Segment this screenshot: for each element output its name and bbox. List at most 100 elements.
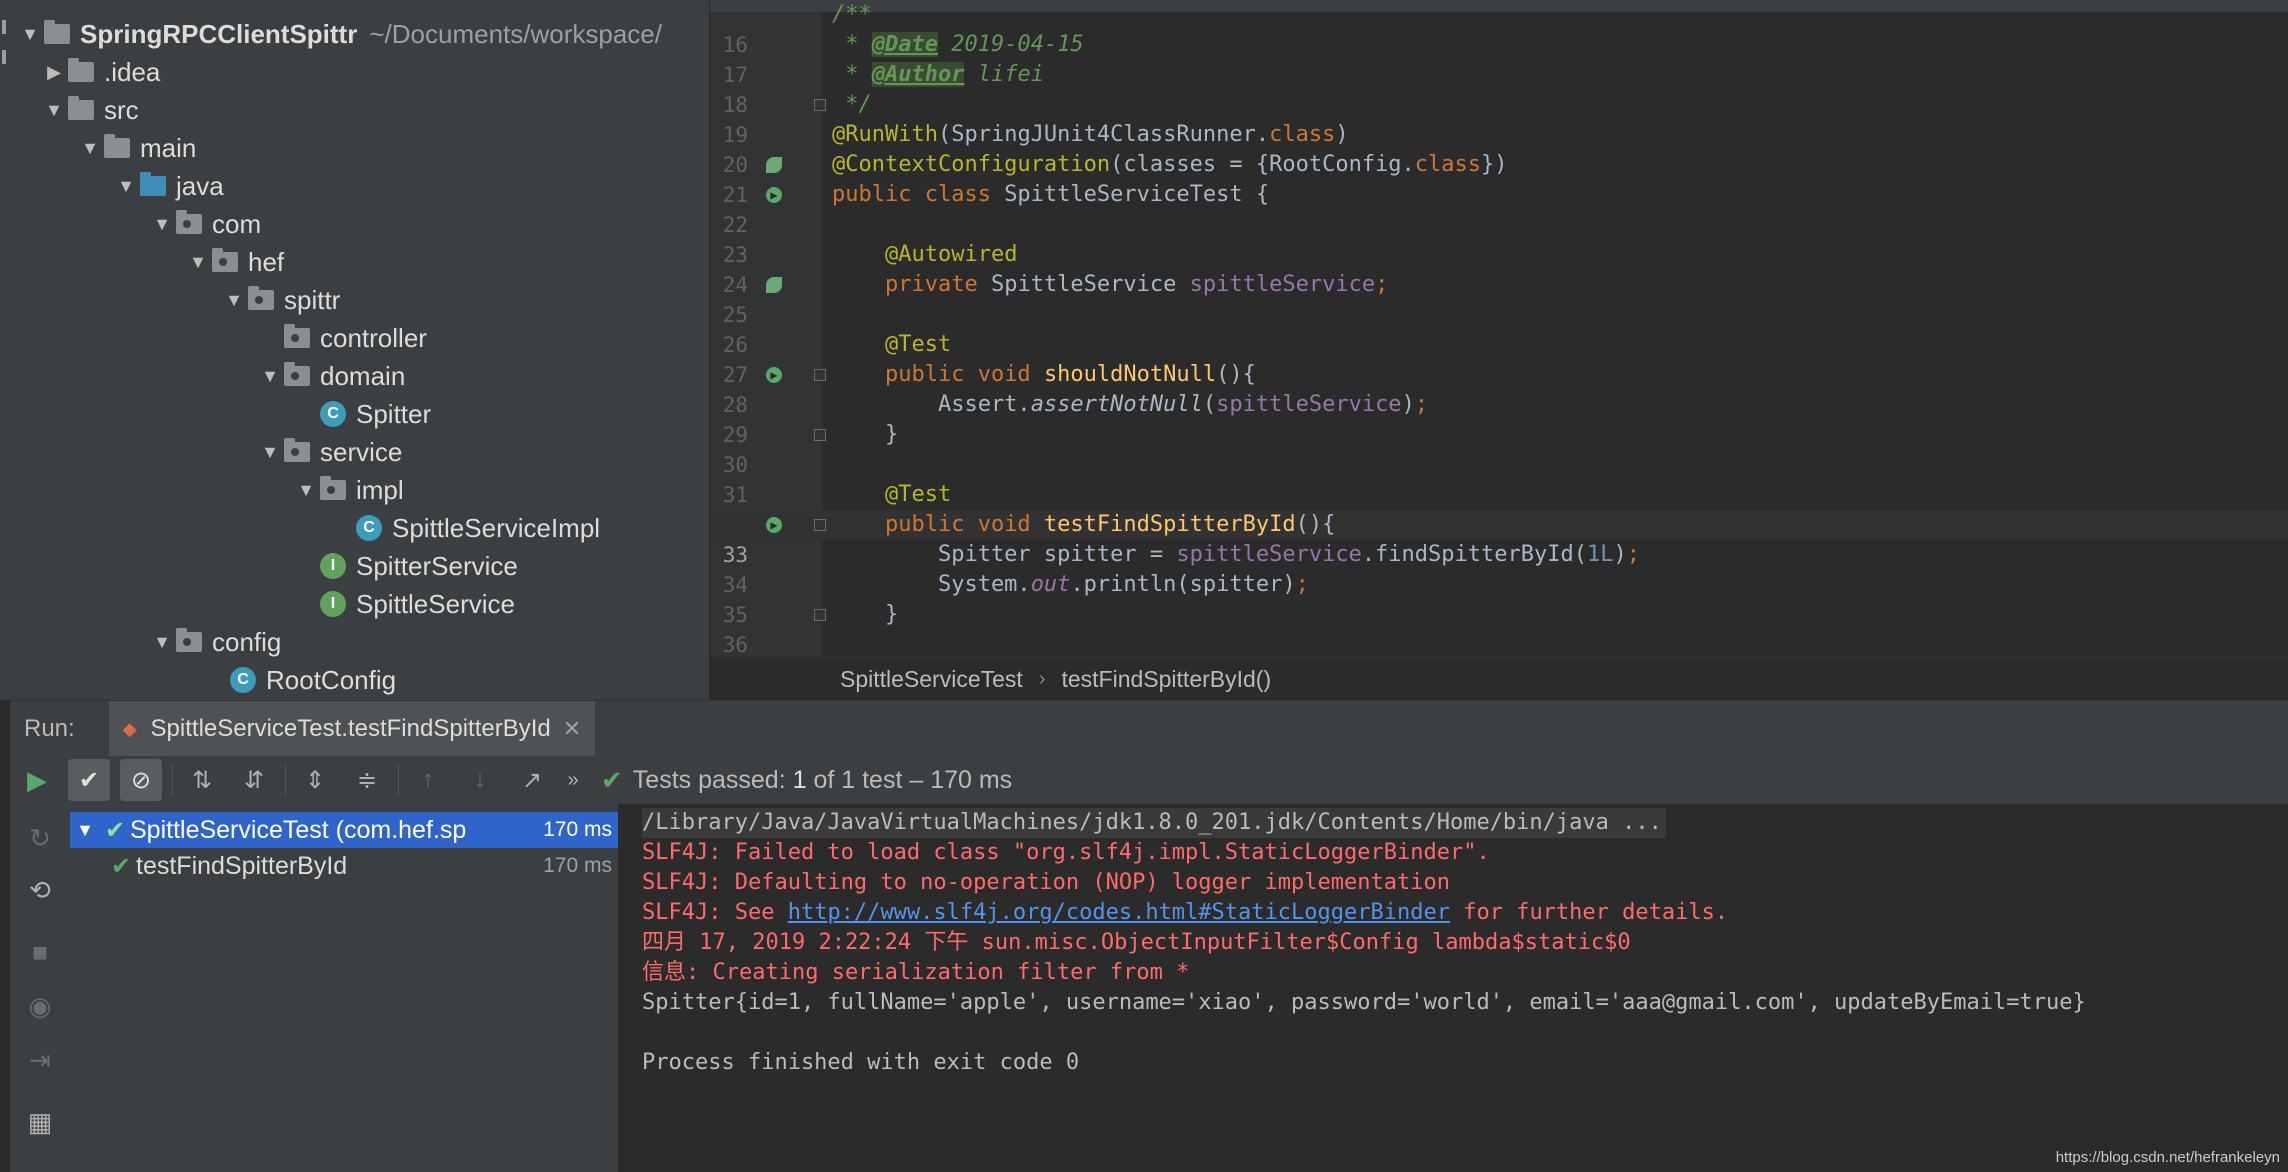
code-text: @ContextConfiguration(classes = {RootCon…: [832, 152, 1508, 177]
sort-duration-icon[interactable]: ⇵: [233, 759, 275, 801]
code-line[interactable]: 36 }: [710, 600, 2288, 656]
code-line[interactable]: 37: [710, 630, 2288, 656]
tree-item-config[interactable]: ▼ config: [148, 623, 281, 661]
chevron-down-icon[interactable]: ▼: [148, 214, 176, 235]
rerun-failed-icon[interactable]: ↻: [22, 820, 58, 856]
tool-window-marker[interactable]: [2, 20, 6, 34]
chevron-down-icon[interactable]: ▼: [70, 820, 100, 841]
previous-failed-icon[interactable]: ↑: [407, 759, 449, 801]
autowired-bean-icon[interactable]: [766, 277, 782, 293]
fold-marker-icon[interactable]: [814, 99, 826, 111]
code-line[interactable]: 21 @ContextConfiguration(classes = {Root…: [710, 150, 2288, 207]
expand-all-icon[interactable]: ⇕: [294, 759, 336, 801]
code-line[interactable]: 28 ▶ public void shouldNotNull(){: [710, 360, 2288, 417]
tests-status-count: 1: [792, 765, 807, 794]
code-line[interactable]: 20 @RunWith(SpringJUnit4ClassRunner.clas…: [710, 120, 2288, 177]
code-line[interactable]: 19 */: [710, 90, 2288, 147]
tree-item-spittr[interactable]: ▼ spittr: [220, 281, 340, 319]
fold-marker-icon[interactable]: [814, 369, 826, 381]
fold-marker-icon[interactable]: [814, 609, 826, 621]
tree-item-java[interactable]: ▼ java: [112, 167, 224, 205]
code-text: public void shouldNotNull(){: [884, 362, 1256, 387]
stop-icon[interactable]: ■: [22, 934, 58, 970]
tool-window-marker[interactable]: [2, 50, 6, 64]
code-line[interactable]: 31: [710, 450, 2288, 507]
run-config-tab[interactable]: ◆ SpittleServiceTest.testFindSpitterById…: [108, 701, 596, 757]
tree-item-domain[interactable]: ▼ domain: [256, 357, 405, 395]
more-icon[interactable]: »: [563, 759, 583, 801]
tree-item-root[interactable]: ▼ SpringRPCClientSpittr ~/Documents/work…: [16, 15, 662, 53]
export-icon[interactable]: ↗: [511, 759, 553, 801]
tree-item-spittleservice[interactable]: I SpittleService: [320, 585, 515, 623]
code-line[interactable]: 26: [710, 300, 2288, 357]
chevron-down-icon[interactable]: ▼: [76, 138, 104, 159]
code-line[interactable]: 17 * @Date 2019-04-15: [710, 30, 2288, 87]
tree-item-label: src: [104, 94, 139, 125]
chevron-down-icon[interactable]: ▼: [256, 366, 284, 387]
tree-item-main[interactable]: ▼ main: [76, 129, 196, 167]
code-line[interactable]: 25 private SpittleService spittleService…: [710, 270, 2288, 327]
chevron-down-icon[interactable]: ▼: [40, 100, 68, 121]
chevron-right-icon[interactable]: ▶: [40, 62, 68, 83]
chevron-down-icon[interactable]: ▼: [184, 252, 212, 273]
tree-item-impl[interactable]: ▼ impl: [292, 471, 404, 509]
tree-item-rootconfig[interactable]: C RootConfig: [230, 661, 396, 699]
check-icon: ✔: [601, 764, 623, 795]
chevron-down-icon[interactable]: ▼: [292, 480, 320, 501]
fold-marker-icon[interactable]: [814, 519, 826, 531]
breadcrumb-class[interactable]: SpittleServiceTest: [840, 666, 1023, 693]
tree-item-hef[interactable]: ▼ hef: [184, 243, 284, 281]
console-link[interactable]: http://www.slf4j.org/codes.html#StaticLo…: [788, 900, 1450, 925]
tree-item-com[interactable]: ▼ com: [148, 205, 261, 243]
code-line-current[interactable]: 33 ▶ public void testFindSpitterById(){: [710, 510, 2288, 567]
code-line[interactable]: 35 System.out.println(spitter);: [710, 570, 2288, 627]
chevron-down-icon[interactable]: ▼: [16, 24, 44, 45]
chevron-down-icon[interactable]: ▼: [220, 290, 248, 311]
test-case-row[interactable]: ✔ testFindSpitterById 170 ms: [70, 848, 618, 884]
breadcrumb-method[interactable]: testFindSpitterById(): [1061, 666, 1271, 693]
code-text: @Autowired: [884, 242, 1018, 267]
run-test-icon[interactable]: ▶: [766, 517, 782, 533]
spring-bean-icon[interactable]: [766, 157, 782, 173]
run-test-icon[interactable]: ▶: [766, 367, 782, 383]
code-line[interactable]: 24 @Autowired: [710, 240, 2288, 297]
tree-item-idea[interactable]: ▶ .idea: [40, 53, 160, 91]
next-failed-icon[interactable]: ↓: [459, 759, 501, 801]
fold-marker-icon[interactable]: [814, 429, 826, 441]
toggle-auto-test-icon[interactable]: ⟲: [22, 872, 58, 908]
code-editor[interactable]: 16 /** 17 * @Date 2019-04-15 18 * @Autho…: [710, 0, 2288, 656]
code-line[interactable]: 27 @Test: [710, 330, 2288, 387]
run-test-icon[interactable]: ▶: [766, 187, 782, 203]
tree-item-service[interactable]: ▼ service: [256, 433, 402, 471]
show-ignored-icon[interactable]: ⊘: [120, 759, 162, 801]
exit-icon[interactable]: ⇥: [22, 1042, 58, 1078]
code-line[interactable]: 32 @Test: [710, 480, 2288, 537]
code-line[interactable]: 18 * @Author lifei: [710, 60, 2288, 117]
camera-icon[interactable]: ◉: [22, 988, 58, 1024]
tree-item-src[interactable]: ▼ src: [40, 91, 139, 129]
tree-item-controller[interactable]: controller: [256, 319, 427, 357]
tree-item-spitterservice[interactable]: I SpitterService: [320, 547, 518, 585]
collapse-all-icon[interactable]: ≑: [346, 759, 388, 801]
console-output[interactable]: /Library/Java/JavaVirtualMachines/jdk1.8…: [618, 804, 2288, 1172]
tests-status: ✔ Tests passed: 1 of 1 test – 170 ms: [601, 765, 1012, 796]
tree-item-spitter[interactable]: C Spitter: [320, 395, 431, 433]
code-text: /**: [832, 2, 872, 27]
rerun-icon[interactable]: ▶: [16, 759, 58, 801]
code-line[interactable]: 34 Spitter spitter = spittleService.find…: [710, 540, 2288, 597]
code-line[interactable]: 16 /**: [710, 0, 2288, 57]
code-line[interactable]: 30 }: [710, 420, 2288, 477]
code-line[interactable]: 23: [710, 210, 2288, 267]
chevron-down-icon[interactable]: ▼: [256, 442, 284, 463]
layout-icon[interactable]: ▦: [22, 1104, 58, 1140]
test-suite-row[interactable]: ▼ ✔ SpittleServiceTest (com.hef.sp 170 m…: [70, 812, 618, 848]
show-passed-icon[interactable]: ✔: [68, 759, 110, 801]
chevron-down-icon[interactable]: ▼: [148, 632, 176, 653]
tree-item-spittleserviceimpl[interactable]: C SpittleServiceImpl: [356, 509, 600, 547]
chevron-down-icon[interactable]: ▼: [112, 176, 140, 197]
tree-item-label: SpitterService: [356, 550, 518, 581]
code-line[interactable]: 29 Assert.assertNotNull(spittleService);: [710, 390, 2288, 447]
close-icon[interactable]: ✕: [563, 716, 581, 742]
sort-alpha-icon[interactable]: ⇅: [181, 759, 223, 801]
code-line[interactable]: 22 ▶ public class SpittleServiceTest {: [710, 180, 2288, 237]
